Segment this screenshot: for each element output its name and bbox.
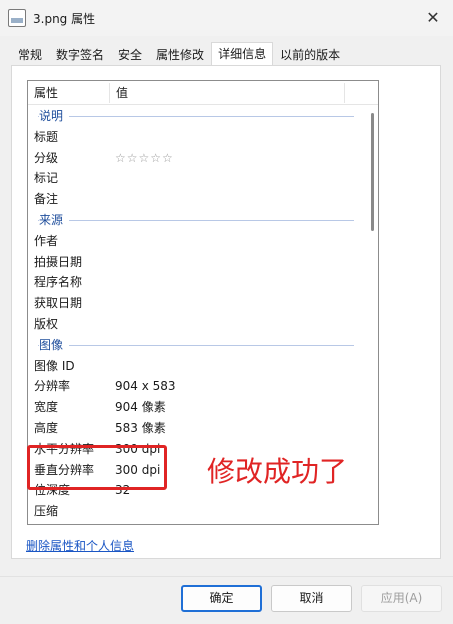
group-label: 来源 (39, 209, 70, 231)
ok-button[interactable]: 确定 (181, 585, 262, 612)
tab-2[interactable]: 安全 (111, 43, 149, 66)
property-name: 版权 (34, 316, 59, 331)
group-header: 图像 (28, 334, 368, 356)
property-row[interactable]: 分辨率 904 x 583 (28, 376, 368, 397)
cancel-button[interactable]: 取消 (271, 585, 352, 612)
property-row[interactable]: 压缩 (28, 501, 368, 522)
group-label: 说明 (39, 106, 70, 127)
tab-0[interactable]: 常规 (11, 43, 49, 66)
property-value: 904 像素 (115, 400, 166, 415)
highlight-box (27, 445, 167, 490)
property-name: 图像 ID (34, 358, 75, 373)
image-file-icon (8, 9, 26, 27)
property-name: 获取日期 (34, 296, 83, 311)
column-header: 属性 值 (28, 81, 378, 105)
property-name: 分辨率 (34, 379, 71, 394)
property-name: 压缩 (34, 504, 59, 519)
property-name: 标记 (34, 171, 59, 186)
tab-3[interactable]: 属性修改 (149, 43, 211, 66)
vertical-scrollbar[interactable] (368, 81, 378, 524)
group-header: 来源 (28, 209, 368, 231)
property-row[interactable]: 作者 (28, 231, 368, 252)
property-name: 作者 (34, 233, 59, 248)
apply-button[interactable]: 应用(A) (361, 585, 442, 612)
column-property-header[interactable]: 属性 (34, 81, 58, 105)
tab-strip: 常规 数字签名 安全 属性修改 详细信息 以前的版本 (11, 42, 347, 67)
property-name: 高度 (34, 420, 59, 435)
property-name: 拍摄日期 (34, 254, 83, 269)
property-row[interactable]: 获取日期 (28, 293, 368, 314)
group-divider (38, 116, 354, 117)
property-row[interactable]: 图像 ID (28, 356, 368, 377)
dialog-footer: 确定 取消 应用(A) (0, 576, 453, 624)
property-name: 程序名称 (34, 275, 83, 290)
scrollbar-thumb[interactable] (371, 113, 374, 231)
close-button[interactable]: ✕ (413, 0, 453, 36)
property-row[interactable]: 宽度 904 像素 (28, 397, 368, 418)
property-row[interactable]: 备注 (28, 189, 368, 210)
tab-4[interactable]: 详细信息 (211, 42, 274, 67)
property-name: 标题 (34, 129, 59, 144)
property-row[interactable]: 高度 583 像素 (28, 418, 368, 439)
tab-1[interactable]: 数字签名 (49, 43, 111, 66)
tab-5[interactable]: 以前的版本 (273, 43, 347, 66)
property-value: 583 像素 (115, 420, 166, 435)
property-row[interactable]: 程序名称 (28, 272, 368, 293)
group-header: 说明 (28, 106, 368, 127)
property-row[interactable]: 版权 (28, 314, 368, 335)
property-row[interactable]: 标题 (28, 127, 368, 148)
annotation-text: 修改成功了 (207, 455, 348, 488)
group-divider (38, 344, 354, 346)
window-title: 3.png 属性 (33, 12, 96, 26)
column-separator[interactable] (344, 83, 345, 103)
property-name: 备注 (34, 192, 59, 207)
property-value: 904 x 583 (115, 379, 176, 394)
column-separator[interactable] (109, 83, 110, 103)
column-value-header[interactable]: 值 (116, 81, 128, 105)
title-bar: 3.png 属性 ✕ (0, 0, 453, 36)
group-divider (38, 219, 354, 221)
property-row[interactable]: 分级 ☆☆☆☆☆ (28, 148, 368, 169)
remove-properties-link[interactable]: 删除属性和个人信息 (26, 537, 134, 554)
property-name: 分级 (34, 150, 59, 165)
property-row[interactable]: 拍摄日期 (28, 252, 368, 273)
group-label: 图像 (39, 334, 70, 356)
rating-stars[interactable]: ☆☆☆☆☆ (115, 148, 174, 169)
property-name: 宽度 (34, 400, 59, 415)
property-row[interactable]: 标记 (28, 168, 368, 189)
